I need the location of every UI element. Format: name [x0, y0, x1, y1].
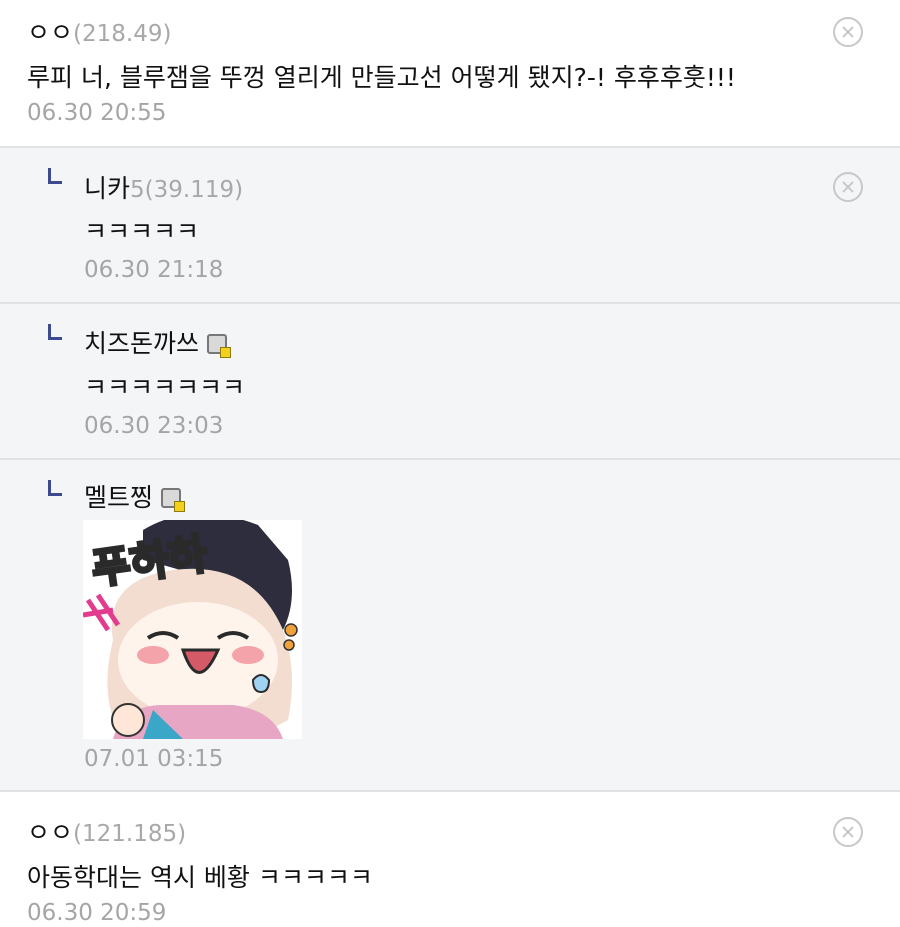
reply-comment: 멜트찡 푸하하 07.01 03:15 — [0, 460, 900, 792]
reply-arrow-icon — [48, 480, 62, 496]
comment: ㅇㅇ (121.185) 아동학대는 역시 베황 ㅋㅋㅋㅋㅋ 06.30 20:… — [0, 792, 900, 927]
reply-arrow-icon — [48, 168, 62, 184]
nickname[interactable]: 니카 — [84, 169, 130, 205]
comment-text: 아동학대는 역시 베황 ㅋㅋㅋㅋㅋ — [27, 863, 373, 892]
comment-text: ㅋㅋㅋㅋㅋㅋㅋ — [84, 373, 246, 402]
comment-time: 06.30 21:18 — [84, 257, 224, 283]
ip-address: (121.185) — [73, 821, 187, 847]
reply-comment: 치즈돈까쓰 ㅋㅋㅋㅋㅋㅋㅋ 06.30 23:03 — [0, 304, 900, 460]
comment-author[interactable]: 치즈돈까쓰 — [84, 324, 232, 360]
comment-time: 06.30 23:03 — [84, 413, 224, 439]
delete-button[interactable] — [833, 172, 863, 202]
comment-text: ㅋㅋㅋㅋㅋ — [84, 217, 200, 246]
delete-button[interactable] — [833, 17, 863, 47]
nickname[interactable]: ㅇㅇ — [27, 13, 73, 49]
comment-time: 06.30 20:55 — [27, 100, 167, 126]
comment-author[interactable]: 멜트찡 — [84, 478, 186, 514]
comment: ㅇㅇ (218.49) 루피 너, 블루잼을 뚜껑 열리게 만들고선 어떻게 됐… — [0, 0, 900, 148]
comment-time: 07.01 03:15 — [84, 746, 224, 772]
nickname[interactable]: ㅇㅇ — [27, 813, 73, 849]
reply-arrow-icon — [48, 324, 62, 340]
fixed-nick-icon — [207, 334, 232, 358]
comment-text: 루피 너, 블루잼을 뚜껑 열리게 만들고선 어떻게 됐지?-! 후후후훗!!! — [27, 63, 736, 92]
nickname[interactable]: 멜트찡 — [84, 478, 153, 514]
comment-author[interactable]: ㅇㅇ (121.185) — [27, 813, 186, 849]
nickname[interactable]: 치즈돈까쓰 — [84, 324, 199, 360]
reply-comment: 니카 5(39.119) ㅋㅋㅋㅋㅋ 06.30 21:18 — [0, 148, 900, 304]
delete-button[interactable] — [833, 817, 863, 847]
comment-author[interactable]: ㅇㅇ (218.49) — [27, 13, 171, 49]
ip-address: (218.49) — [73, 21, 172, 47]
sticker-image[interactable]: 푸하하 — [83, 520, 302, 739]
comment-time: 06.30 20:59 — [27, 900, 167, 926]
comment-author[interactable]: 니카 5(39.119) — [84, 169, 243, 205]
ip-address: 5(39.119) — [130, 177, 244, 203]
fixed-nick-icon — [161, 488, 186, 512]
